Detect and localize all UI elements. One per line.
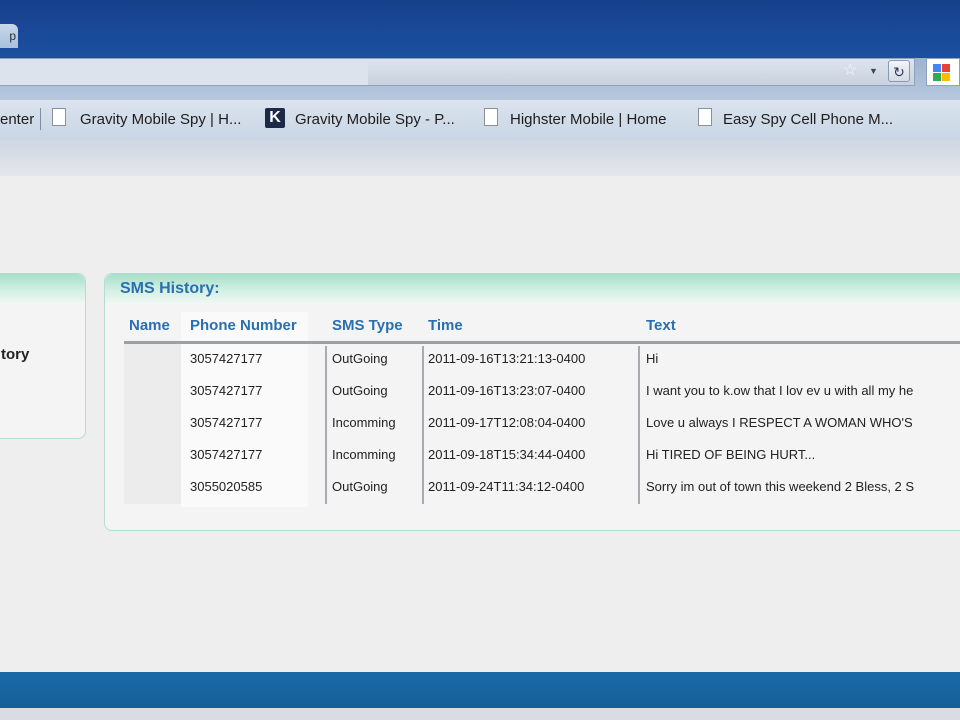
- dropdown-arrow-icon[interactable]: ▼: [869, 63, 878, 79]
- table-row-time: 2011-09-18T15:34:44-0400: [428, 447, 586, 462]
- table-row-phone: 3057427177: [190, 383, 263, 398]
- page-icon: [52, 108, 66, 126]
- column-header-type[interactable]: SMS Type: [332, 317, 403, 334]
- column-header-name[interactable]: Name: [129, 317, 170, 334]
- table-row-type: OutGoing: [332, 479, 388, 494]
- column-header-text[interactable]: Text: [646, 317, 676, 334]
- page-icon: [484, 108, 498, 126]
- table-row-text: Love u always I RESPECT A WOMAN WHO'S: [646, 415, 913, 430]
- bookmark-separator: [40, 108, 41, 130]
- page-icon: [698, 108, 712, 126]
- table-row-phone: 3057427177: [190, 351, 263, 366]
- table-row-type: Incomming: [332, 447, 396, 462]
- column-divider: [638, 346, 640, 504]
- menu-item-history[interactable]: tory: [1, 346, 29, 363]
- address-bar[interactable]: [0, 58, 915, 86]
- column-header-phone[interactable]: Phone Number: [190, 317, 297, 334]
- reload-icon[interactable]: ↻: [888, 60, 910, 82]
- column-divider: [325, 346, 327, 504]
- left-panel-header: [0, 274, 85, 304]
- table-row-type: OutGoing: [332, 383, 388, 398]
- table-row-time: 2011-09-24T11:34:12-0400: [428, 479, 585, 494]
- bookmark-item[interactable]: Highster Mobile | Home: [510, 110, 666, 130]
- name-column-bg: [124, 344, 181, 504]
- table-row-phone: 3057427177: [190, 447, 263, 462]
- bookmark-item[interactable]: Easy Spy Cell Phone M...: [723, 110, 893, 130]
- toolbar-shadow: [0, 140, 960, 176]
- google-icon[interactable]: [926, 58, 960, 86]
- table-row-time: 2011-09-17T12:08:04-0400: [428, 415, 586, 430]
- left-menu-panel: tory: [0, 273, 86, 439]
- k-logo-icon: K: [265, 108, 285, 128]
- sms-history-title: SMS History:: [120, 280, 220, 297]
- tab-title: p: [9, 29, 16, 43]
- table-row-text: Hi: [646, 351, 659, 366]
- table-row-text: Hi TIRED OF BEING HURT...: [646, 447, 816, 462]
- table-row-time: 2011-09-16T13:21:13-0400: [428, 351, 586, 366]
- table-row-phone: 3057427177: [190, 415, 263, 430]
- table-row-text: Sorry im out of town this weekend 2 Bles…: [646, 479, 915, 494]
- star-icon[interactable]: ☆: [843, 63, 859, 79]
- bookmark-item[interactable]: enter: [0, 110, 34, 130]
- column-divider: [422, 346, 424, 504]
- table-row-type: OutGoing: [332, 351, 388, 366]
- table-row-time: 2011-09-16T13:23:07-0400: [428, 383, 586, 398]
- address-bar-field[interactable]: [0, 59, 368, 85]
- browser-tab[interactable]: p: [0, 24, 18, 48]
- taskbar: [0, 672, 960, 708]
- bookmark-item[interactable]: Gravity Mobile Spy - P...: [295, 110, 455, 130]
- column-header-time[interactable]: Time: [428, 317, 463, 334]
- window-titlebar: [0, 0, 960, 58]
- table-row-type: Incomming: [332, 415, 396, 430]
- table-row-text: I want you to k.ow that I lov ev u with …: [646, 383, 914, 398]
- table-row-phone: 3055020585: [190, 479, 263, 494]
- sms-panel-header: [105, 274, 960, 304]
- bottom-strip: [0, 708, 960, 720]
- bookmark-item[interactable]: Gravity Mobile Spy | H...: [80, 110, 241, 130]
